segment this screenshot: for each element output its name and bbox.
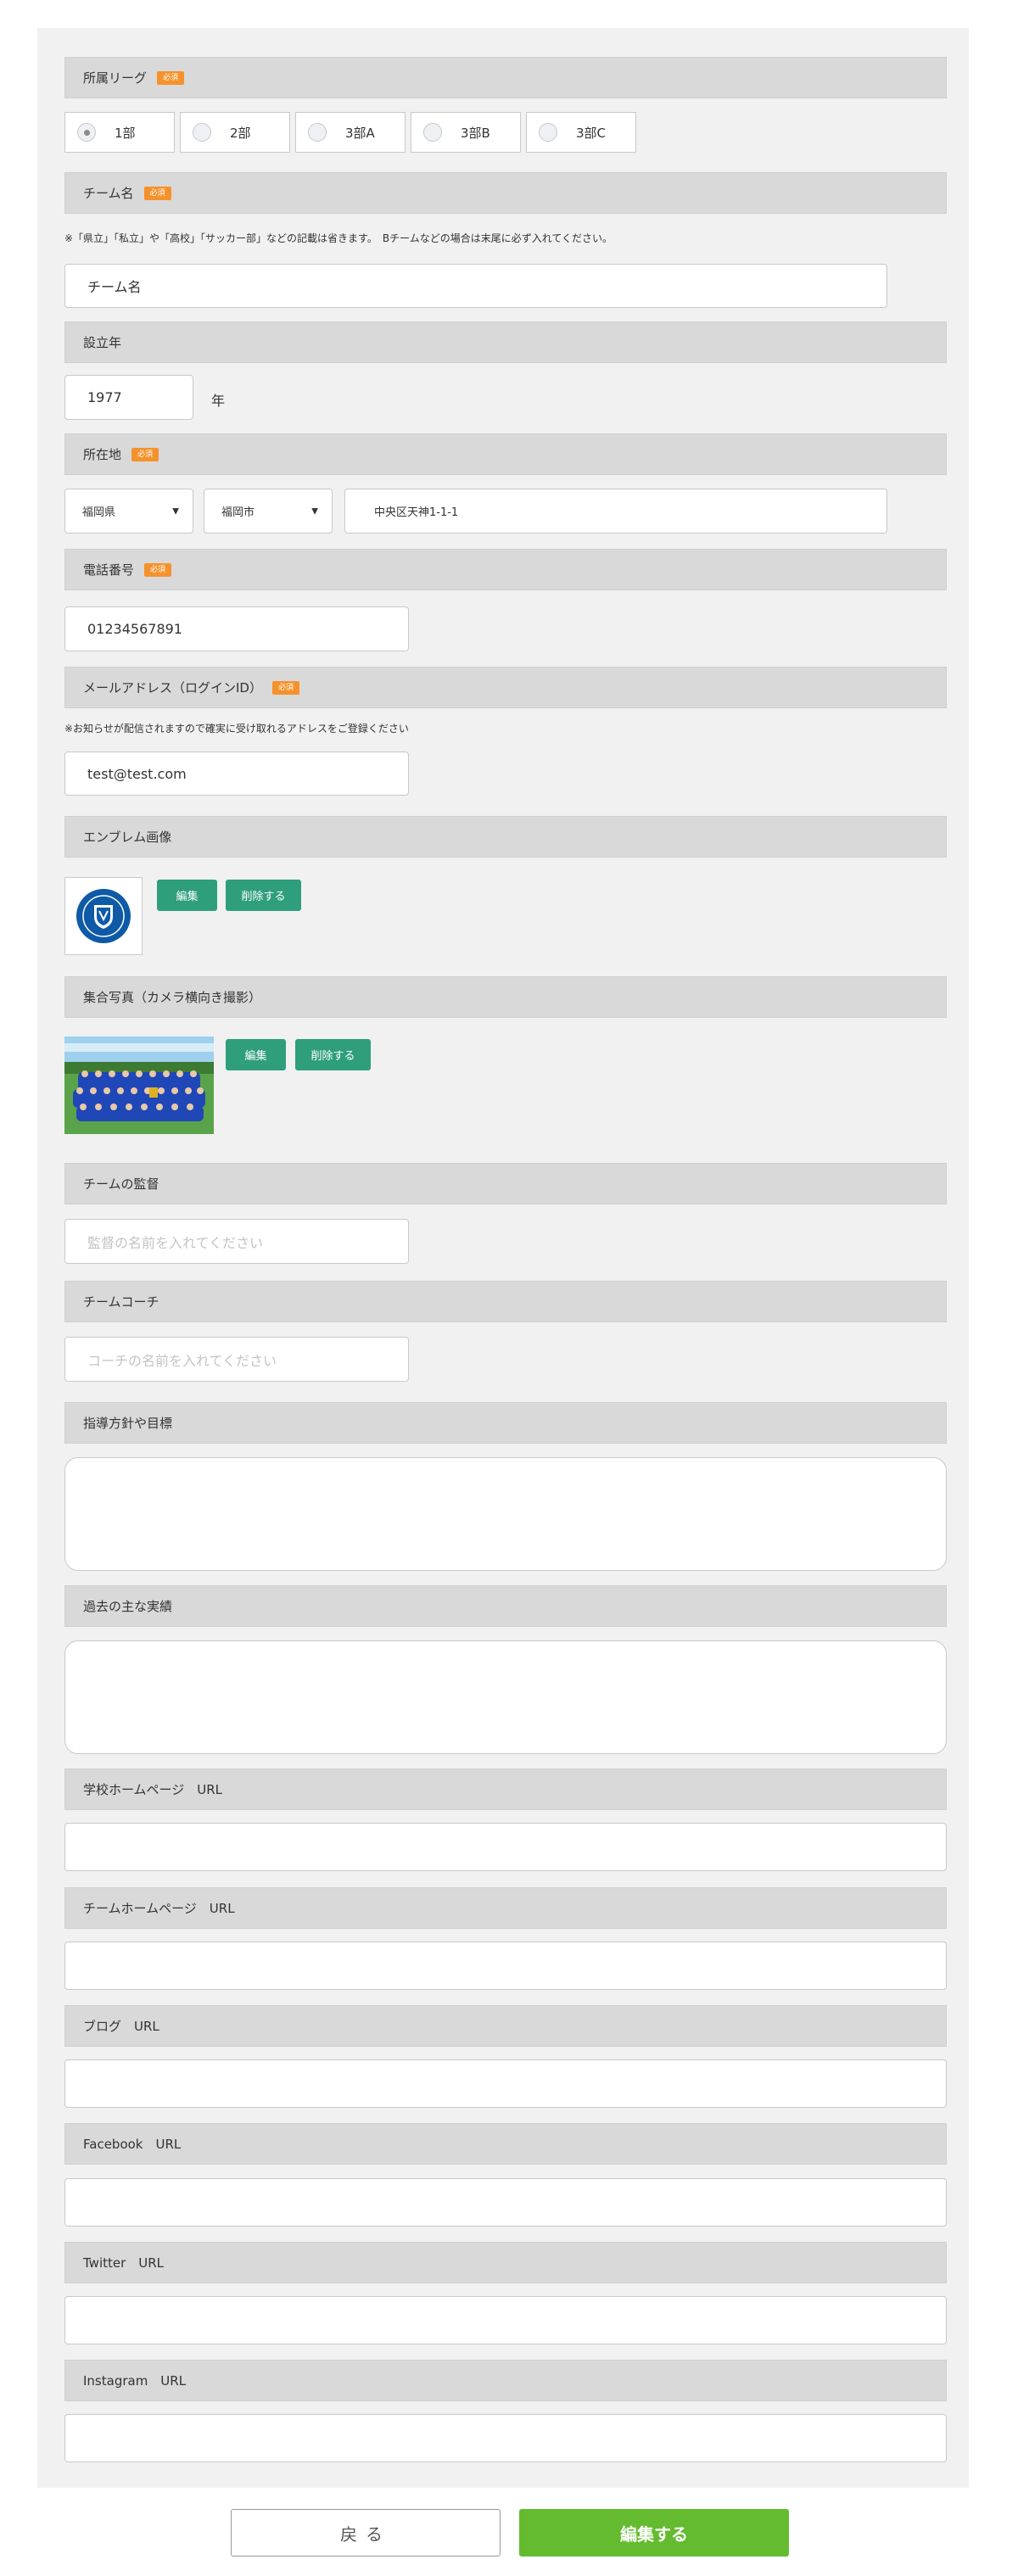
required-badge: 必須 xyxy=(271,680,299,695)
location-header: 所在地 必須 xyxy=(64,433,947,475)
address-input[interactable]: 中央区天神1-1-1 xyxy=(344,489,887,534)
manager-label: チームの監督 xyxy=(83,1176,159,1192)
email-label: メールアドレス（ログインID） xyxy=(83,680,262,696)
required-badge: 必須 xyxy=(131,447,159,461)
coach-input[interactable]: コーチの名前を入れてください xyxy=(64,1337,409,1382)
facebook-url-header: Facebook URL xyxy=(64,2123,947,2165)
prefecture-value: 福岡県 xyxy=(82,506,116,519)
prefecture-select[interactable]: 福岡県 ▼ xyxy=(64,489,193,534)
radio-checked-icon[interactable] xyxy=(77,123,96,142)
facebook-url-label: Facebook URL xyxy=(83,2137,182,2152)
required-badge: 必須 xyxy=(144,562,172,577)
team-url-input[interactable] xyxy=(64,1942,947,1990)
manager-input[interactable]: 監督の名前を入れてください xyxy=(64,1219,409,1264)
instagram-url-label: Instagram URL xyxy=(83,2373,187,2389)
emblem-image xyxy=(64,877,143,955)
facebook-url-input[interactable] xyxy=(64,2178,947,2227)
founded-year-input[interactable]: 1977 xyxy=(64,375,193,420)
instagram-url-header: Instagram URL xyxy=(64,2360,947,2401)
radio-icon[interactable] xyxy=(539,123,557,142)
group-photo-image xyxy=(64,1037,214,1134)
photo-delete-button[interactable]: 削除する xyxy=(295,1039,371,1070)
blog-url-input[interactable] xyxy=(64,2059,947,2108)
league-option-label: 1部 xyxy=(115,125,136,141)
phone-input[interactable]: 01234567891 xyxy=(64,606,409,651)
founded-unit: 年 xyxy=(211,393,226,409)
coach-header: チームコーチ xyxy=(64,1281,947,1322)
policy-label: 指導方針や目標 xyxy=(83,1416,173,1431)
achievements-textarea[interactable] xyxy=(64,1640,947,1754)
group-photo-header: 集合写真（カメラ横向き撮影） xyxy=(64,976,947,1018)
team-photo-icon xyxy=(64,1037,214,1134)
team-url-label: チームホームページ URL xyxy=(83,1901,235,1916)
league-label: 所属リーグ xyxy=(83,70,148,86)
required-badge: 必須 xyxy=(143,186,171,200)
policy-header: 指導方針や目標 xyxy=(64,1402,947,1444)
school-url-header: 学校ホームページ URL xyxy=(64,1769,947,1810)
league-option-3c[interactable]: 3部C xyxy=(526,112,636,153)
radio-icon[interactable] xyxy=(308,123,327,142)
email-note: ※お知らせが配信されますので確実に受け取れるアドレスをご登録ください xyxy=(64,723,409,735)
team-name-label: チーム名 xyxy=(83,186,134,201)
caret-down-icon: ▼ xyxy=(311,506,318,516)
school-url-label: 学校ホームページ URL xyxy=(83,1782,223,1797)
league-option-label: 3部B xyxy=(461,125,490,141)
team-url-header: チームホームページ URL xyxy=(64,1887,947,1929)
back-button[interactable]: 戻る xyxy=(231,2509,501,2556)
emblem-edit-button[interactable]: 編集 xyxy=(157,880,217,911)
policy-textarea[interactable] xyxy=(64,1457,947,1571)
submit-edit-button[interactable]: 編集する xyxy=(519,2509,789,2556)
caret-down-icon: ▼ xyxy=(172,506,179,516)
founded-label: 設立年 xyxy=(83,335,122,350)
required-badge: 必須 xyxy=(157,70,185,85)
team-name-header: チーム名 必須 xyxy=(64,172,947,214)
founded-header: 設立年 xyxy=(64,321,947,363)
emblem-delete-button[interactable]: 削除する xyxy=(226,880,301,911)
league-option-2[interactable]: 2部 xyxy=(180,112,290,153)
team-name-note: ※「県立」「私立」や「高校」「サッカー部」などの記載は省きます。 Bチームなどの… xyxy=(64,232,613,244)
blog-url-label: ブログ URL xyxy=(83,2019,159,2034)
team-name-input[interactable]: チーム名 xyxy=(64,264,887,308)
twitter-url-header: Twitter URL xyxy=(64,2242,947,2283)
coach-label: チームコーチ xyxy=(83,1294,159,1310)
league-option-1[interactable]: 1部 xyxy=(64,112,175,153)
league-option-label: 3部C xyxy=(576,125,607,141)
email-header: メールアドレス（ログインID） 必須 xyxy=(64,667,947,708)
twitter-url-label: Twitter URL xyxy=(83,2255,165,2271)
school-url-input[interactable] xyxy=(64,1823,947,1871)
radio-icon[interactable] xyxy=(193,123,211,142)
league-option-3b[interactable]: 3部B xyxy=(411,112,521,153)
location-label: 所在地 xyxy=(83,447,122,462)
phone-header: 電話番号 必須 xyxy=(64,549,947,590)
city-select[interactable]: 福岡市 ▼ xyxy=(204,489,333,534)
emblem-label: エンブレム画像 xyxy=(83,830,172,845)
twitter-url-input[interactable] xyxy=(64,2296,947,2344)
email-input[interactable]: test@test.com xyxy=(64,752,409,796)
blog-url-header: ブログ URL xyxy=(64,2005,947,2047)
achievements-header: 過去の主な実績 xyxy=(64,1585,947,1627)
radio-icon[interactable] xyxy=(423,123,442,142)
group-photo-label: 集合写真（カメラ横向き撮影） xyxy=(83,990,262,1005)
city-value: 福岡市 xyxy=(221,506,255,519)
league-option-3a[interactable]: 3部A xyxy=(295,112,406,153)
manager-header: チームの監督 xyxy=(64,1163,947,1204)
league-option-label: 2部 xyxy=(230,125,251,141)
emblem-header: エンブレム画像 xyxy=(64,816,947,858)
achievements-label: 過去の主な実績 xyxy=(83,1599,173,1614)
instagram-url-input[interactable] xyxy=(64,2414,947,2462)
league-header: 所属リーグ 必須 xyxy=(64,57,947,98)
photo-edit-button[interactable]: 編集 xyxy=(226,1039,286,1070)
emblem-shield-icon xyxy=(76,889,131,943)
phone-label: 電話番号 xyxy=(83,562,135,578)
league-option-label: 3部A xyxy=(345,125,375,141)
